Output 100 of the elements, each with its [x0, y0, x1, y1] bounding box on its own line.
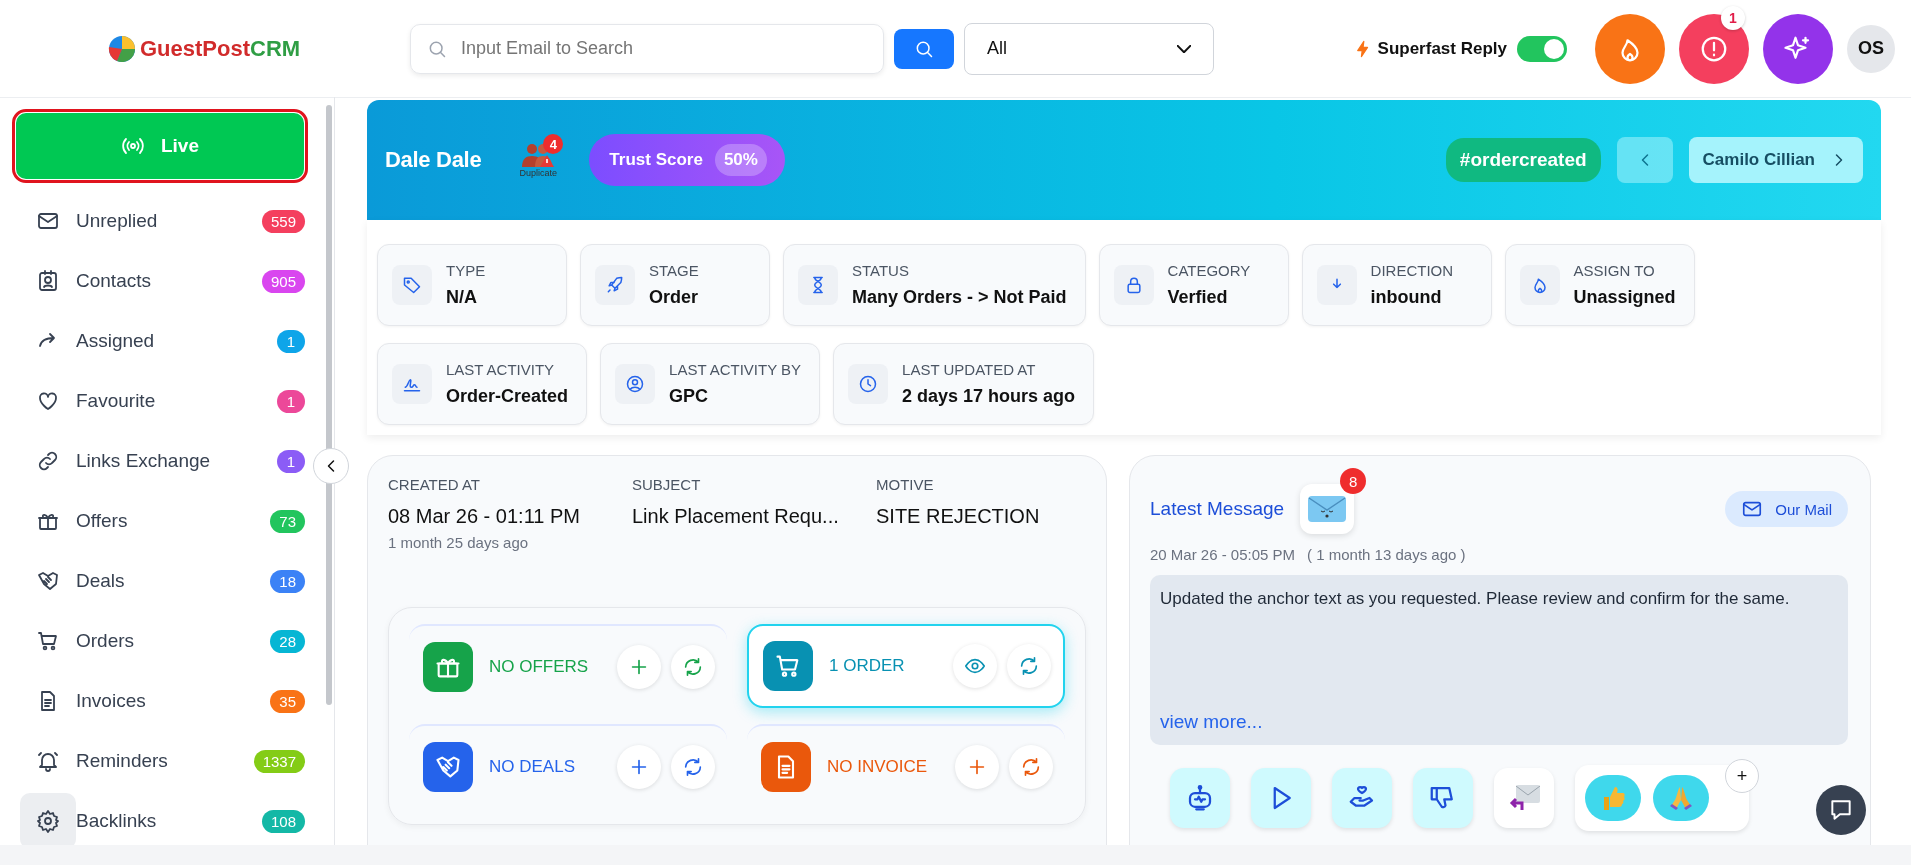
reply-mail-button[interactable] — [1494, 768, 1554, 828]
sidebar-item[interactable]: Links Exchange 1 — [16, 431, 305, 491]
smiling-envelope-icon — [1307, 494, 1348, 524]
add-button[interactable] — [617, 745, 661, 789]
mailbox-badge: Our Mail — [1725, 491, 1848, 527]
field-value: Link Placement Requ... — [632, 505, 840, 528]
count-badge: 1 — [277, 329, 305, 353]
message-date: 20 Mar 26 - 05:05 PM — [1150, 546, 1296, 563]
reaction-button[interactable] — [1653, 775, 1709, 821]
search-button[interactable] — [894, 28, 954, 69]
field-label: MOTIVE — [876, 476, 935, 493]
sidebar-item[interactable]: Contacts 905 — [16, 251, 305, 311]
unread-badge: 8 — [1340, 468, 1367, 494]
summary-tile[interactable]: 1 ORDER — [747, 624, 1065, 708]
cart-icon — [36, 629, 60, 653]
field-label: CREATED AT — [388, 476, 481, 493]
duplicate-count-badge: 4 — [543, 134, 564, 154]
add-reaction-button[interactable]: + — [1725, 759, 1759, 793]
sidebar-item[interactable]: Unreplied 559 — [16, 191, 305, 251]
chevron-down-icon — [1177, 44, 1191, 53]
view-button[interactable] — [953, 644, 997, 688]
field-note: 1 month 25 days ago — [388, 534, 530, 551]
superfast-reply-toggle[interactable] — [1517, 35, 1567, 62]
count-badge: 1337 — [253, 749, 305, 773]
settings-icon — [36, 809, 60, 833]
info-value: Unassigned — [1573, 287, 1676, 308]
info-value: GPC — [669, 386, 710, 407]
logo-text: GuestPostCRM — [140, 35, 301, 62]
field-value: 08 Mar 26 - 01:11 PM — [388, 505, 581, 528]
refresh-icon — [1020, 756, 1042, 778]
sidebar-item[interactable]: Deals 18 — [16, 551, 305, 611]
sidebar-item[interactable]: Reminders 1337 — [16, 731, 305, 791]
info-label: STAGE — [649, 262, 699, 279]
info-value: inbound — [1370, 287, 1443, 308]
message-text: Updated the anchor text as you requested. Please review and confirm for the same. — [1160, 589, 1791, 609]
sidebar-item[interactable]: Offers 73 — [16, 491, 305, 551]
count-badge: 73 — [270, 509, 305, 533]
summary-tile[interactable]: NO DEALS — [409, 724, 727, 808]
refresh-button[interactable] — [671, 645, 715, 689]
clock-icon — [858, 374, 879, 394]
next-contact-button[interactable]: Camilo Cillian — [1688, 137, 1863, 183]
panel-title: Latest Message — [1150, 498, 1285, 520]
sidebar-item[interactable]: Orders 28 — [16, 611, 305, 671]
field-label: SUBJECT — [632, 476, 702, 493]
count-badge: 905 — [261, 269, 305, 293]
view-more-link[interactable]: view more... — [1160, 711, 1263, 733]
sidebar-item[interactable]: Backlinks 108 — [16, 791, 305, 845]
count-badge: 1 — [277, 389, 305, 413]
thumbs-down-button[interactable] — [1413, 768, 1473, 828]
count-badge: 1 — [277, 449, 305, 473]
user-circle-icon — [625, 374, 646, 394]
refresh-button[interactable] — [1009, 745, 1053, 789]
add-button[interactable] — [955, 745, 999, 789]
count-badge: 18 — [270, 569, 305, 593]
tag-icon — [402, 275, 422, 295]
reaction-button[interactable] — [1585, 775, 1641, 821]
refresh-button[interactable] — [671, 745, 715, 789]
info-value: Order — [649, 287, 699, 308]
filter-dropdown[interactable]: All — [964, 22, 1214, 75]
search-field[interactable]: Input Email to Search — [410, 23, 884, 74]
count-badge: 28 — [270, 629, 305, 653]
tile-label: NO INVOICE — [827, 757, 929, 777]
status-tag: #ordercreated — [1445, 138, 1601, 182]
sidebar-item[interactable]: Assigned 1 — [16, 311, 305, 371]
search-input[interactable]: Input Email to Search — [459, 37, 867, 60]
link-icon — [36, 449, 60, 473]
refresh-icon — [1018, 655, 1040, 677]
tile-label: 1 ORDER — [829, 656, 906, 676]
info-value: 2 days 17 hours ago — [902, 386, 1076, 407]
settings-button[interactable] — [20, 793, 76, 845]
info-label: LAST UPDATED AT — [902, 361, 1037, 378]
info-value: Verfied — [1167, 287, 1229, 308]
contact-name: Dale Dale — [385, 147, 482, 173]
info-label: CATEGORY — [1167, 262, 1251, 279]
chat-check-icon — [1828, 797, 1854, 823]
info-label: DIRECTION — [1370, 262, 1454, 279]
sidebar-item[interactable]: Favourite 1 — [16, 371, 305, 431]
user-avatar[interactable]: OS — [1847, 24, 1895, 73]
info-value: Order-Created — [446, 386, 569, 407]
info-label: LAST ACTIVITY — [446, 361, 556, 378]
refresh-button[interactable] — [1007, 644, 1051, 688]
play-button[interactable] — [1251, 768, 1311, 828]
sidebar-item[interactable]: Invoices 35 — [16, 671, 305, 731]
info-label: TYPE — [446, 262, 486, 279]
tile-label: NO DEALS — [489, 757, 576, 777]
handshake-icon — [36, 569, 60, 593]
refresh-icon — [682, 756, 704, 778]
count-badge: 35 — [270, 689, 305, 713]
hand-heart-button[interactable] — [1332, 768, 1392, 828]
rocket-icon — [605, 275, 625, 295]
add-button[interactable] — [617, 645, 661, 689]
info-value: N/A — [446, 287, 478, 308]
info-value: Many Orders - > Not Paid — [852, 287, 1067, 308]
trust-score-badge: Trust Score 50% — [589, 134, 785, 186]
robot-button[interactable] — [1170, 768, 1230, 828]
info-label: STATUS — [852, 262, 910, 279]
info-label: LAST ACTIVITY BY — [669, 361, 802, 378]
refresh-icon — [682, 656, 704, 678]
tile-label: NO OFFERS — [489, 657, 590, 677]
field-value: SITE REJECTION — [876, 505, 1041, 528]
